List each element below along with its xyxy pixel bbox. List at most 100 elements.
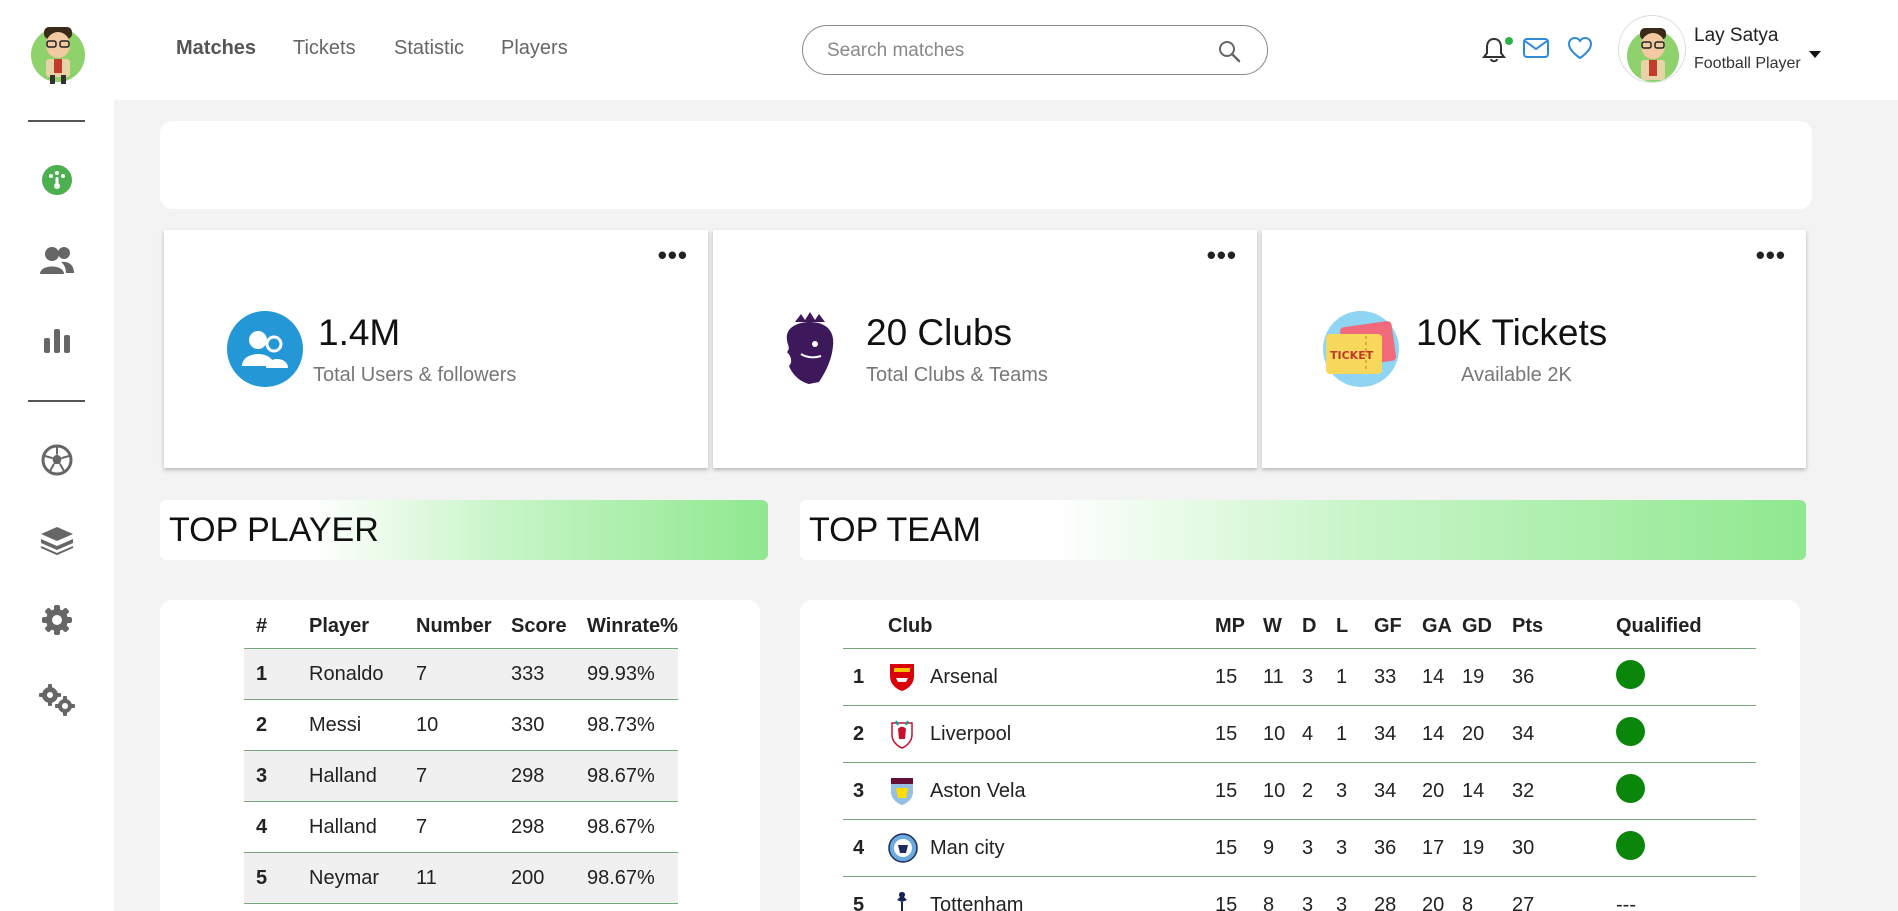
gd-cell: 14: [1452, 762, 1502, 820]
arsenal-crest-icon: [888, 662, 916, 692]
football-icon[interactable]: [37, 440, 77, 480]
stat-card-clubs: ••• 20 Clubs Total Clubs & Teams: [713, 230, 1257, 468]
pts-cell: 34: [1502, 705, 1606, 763]
pts-cell: 27: [1502, 876, 1606, 911]
stat-label: Total Users & followers: [313, 364, 517, 386]
table-row[interactable]: 5 Tottenham 15 8 3 3 28 20 8 27 ---: [843, 876, 1756, 911]
col-qualified: Qualified: [1606, 605, 1756, 649]
nav-matches[interactable]: Matches: [176, 37, 256, 60]
table-row[interactable]: 4 Man city 15 9 3 3 36 17 19 30: [843, 819, 1756, 877]
club-name[interactable]: Tottenham: [930, 894, 1023, 911]
gd-cell: 8: [1452, 876, 1502, 911]
table-row[interactable]: 1 Ronaldo 7 333 99.93%: [244, 648, 678, 700]
col-gd: GD: [1452, 605, 1502, 649]
tottenham-crest-icon: [888, 890, 916, 911]
w-cell: 8: [1253, 876, 1292, 911]
stat-label: Available 2K: [1461, 364, 1572, 386]
table-row[interactable]: 4 Halland 7 298 98.67%: [244, 801, 678, 853]
table-header-row: Club MP W D L GF GA GD Pts Qualified: [843, 605, 1756, 649]
logo-avatar[interactable]: [30, 17, 87, 85]
winrate-cell: 98.73%: [575, 699, 678, 751]
ga-cell: 17: [1412, 819, 1452, 877]
rank-cell: 1: [843, 648, 888, 706]
qualified-cell: [1606, 819, 1756, 877]
nav-players[interactable]: Players: [501, 37, 568, 60]
player-name-cell: Halland: [297, 750, 404, 802]
stat-value: 1.4M: [318, 312, 401, 353]
gd-cell: 19: [1452, 648, 1502, 706]
qualified-indicator: [1616, 773, 1645, 803]
club-cell: Tottenham: [888, 876, 1205, 911]
mail-icon[interactable]: [1523, 38, 1549, 63]
liverpool-crest-icon: [888, 719, 916, 749]
more-options-icon[interactable]: •••: [658, 242, 688, 268]
rank-cell: 5: [843, 876, 888, 911]
gears-icon[interactable]: [37, 680, 77, 720]
rank-cell: 3: [843, 762, 888, 820]
d-cell: 3: [1292, 648, 1326, 706]
club-name[interactable]: Arsenal: [930, 666, 998, 689]
settings-gear-icon[interactable]: [37, 600, 77, 640]
table-row[interactable]: 2 Liverpool 15 10 4 1 34 14 20 34: [843, 705, 1756, 763]
score-cell: 333: [499, 648, 575, 700]
mp-cell: 15: [1205, 705, 1253, 763]
ga-cell: 20: [1412, 876, 1452, 911]
banner: [160, 121, 1812, 209]
w-cell: 11: [1253, 648, 1292, 706]
col-d: D: [1292, 605, 1326, 649]
rank-cell: 4: [843, 819, 888, 877]
top-team-table: Club MP W D L GF GA GD Pts Qualified 1 A…: [843, 605, 1756, 911]
l-cell: 3: [1326, 762, 1364, 820]
users-icon: [226, 310, 304, 388]
pts-cell: 36: [1502, 648, 1606, 706]
col-rank: [843, 605, 888, 649]
ticket-icon: TICKET: [1322, 310, 1400, 388]
score-cell: 200: [499, 852, 575, 904]
table-row[interactable]: 1 Arsenal 15 11 3 1 33 14 19 36: [843, 648, 1756, 706]
gf-cell: 33: [1364, 648, 1412, 706]
d-cell: 2: [1292, 762, 1326, 820]
col-rank: #: [244, 605, 297, 649]
club-name[interactable]: Liverpool: [930, 723, 1011, 746]
col-club: Club: [888, 605, 1205, 649]
col-mp: MP: [1205, 605, 1253, 649]
search-icon[interactable]: [1217, 39, 1241, 68]
table-header-row: # Player Number Score Winrate%: [244, 605, 678, 649]
ga-cell: 14: [1412, 705, 1452, 763]
gd-cell: 20: [1452, 705, 1502, 763]
number-cell: 7: [404, 648, 499, 700]
profile-name: Lay Satya: [1694, 25, 1779, 46]
number-cell: 11: [404, 852, 499, 904]
heart-icon[interactable]: [1567, 36, 1593, 65]
rank-cell: 2: [843, 705, 888, 763]
bar-chart-icon[interactable]: [37, 320, 77, 360]
nav-tickets[interactable]: Tickets: [293, 37, 356, 60]
nav-statistic[interactable]: Statistic: [394, 37, 464, 60]
table-row[interactable]: 2 Messi 10 330 98.73%: [244, 699, 678, 751]
player-name-cell: Halland: [297, 801, 404, 853]
table-row[interactable]: 5 Neymar 11 200 98.67%: [244, 852, 678, 904]
profile-avatar[interactable]: [1618, 15, 1686, 83]
club-name[interactable]: Aston Vela: [930, 780, 1026, 803]
more-options-icon[interactable]: •••: [1756, 242, 1786, 268]
bell-icon[interactable]: [1482, 37, 1506, 68]
col-number: Number: [404, 605, 499, 649]
d-cell: 3: [1292, 876, 1326, 911]
d-cell: 3: [1292, 819, 1326, 877]
more-options-icon[interactable]: •••: [1207, 242, 1237, 268]
club-cell: Liverpool: [888, 705, 1205, 763]
chevron-down-icon[interactable]: [1808, 46, 1822, 64]
users-icon[interactable]: [37, 240, 77, 280]
table-row[interactable]: 3 Aston Vela 15 10 2 3 34 20 14 32: [843, 762, 1756, 820]
club-name[interactable]: Man city: [930, 837, 1004, 860]
table-row[interactable]: 3 Halland 7 298 98.67%: [244, 750, 678, 802]
d-cell: 4: [1292, 705, 1326, 763]
layers-icon[interactable]: [37, 520, 77, 560]
dashboard-icon[interactable]: [37, 160, 77, 200]
col-winrate: Winrate%: [575, 605, 678, 649]
pts-cell: 32: [1502, 762, 1606, 820]
gd-cell: 19: [1452, 819, 1502, 877]
col-w: W: [1253, 605, 1292, 649]
search-input[interactable]: [827, 38, 1207, 64]
top-player-table: # Player Number Score Winrate% 1 Ronaldo…: [244, 605, 678, 904]
